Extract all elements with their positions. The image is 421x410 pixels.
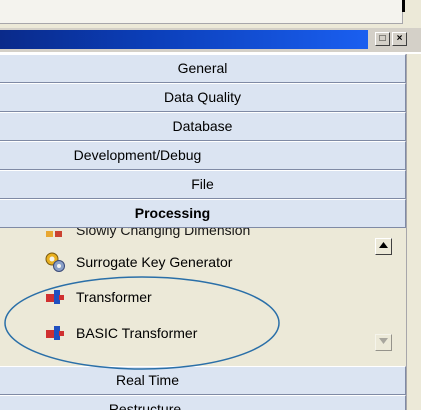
basic-transformer-icon	[46, 326, 64, 340]
item-label: Surrogate Key Generator	[76, 254, 233, 270]
restore-button[interactable]: □	[375, 32, 390, 46]
parent-window-pane	[0, 0, 403, 24]
list-item-transformer[interactable]: Transformer	[44, 285, 152, 309]
list-item-basic-transformer[interactable]: BASIC Transformer	[44, 321, 197, 345]
scroll-down-button[interactable]	[375, 334, 392, 351]
parent-window-edge	[0, 0, 421, 28]
item-label: Slowly Changing Dimension	[76, 228, 251, 238]
surrogate-key-generator-icon	[45, 252, 65, 272]
palette-titlebar[interactable]: □ ×	[0, 28, 421, 52]
group-development-debug[interactable]: Development/Debug	[0, 141, 406, 170]
scroll-up-button[interactable]	[375, 238, 392, 255]
group-data-quality[interactable]: Data Quality	[0, 83, 406, 112]
item-label: BASIC Transformer	[76, 325, 198, 341]
close-button[interactable]: ×	[392, 32, 407, 46]
close-icon: ×	[396, 33, 403, 44]
transformer-icon	[46, 290, 64, 304]
group-general[interactable]: General	[0, 54, 406, 83]
group-database[interactable]: Database	[0, 112, 406, 141]
list-item-slowly-changing-dimension[interactable]: Slowly Changing Dimension	[44, 228, 250, 242]
list-item-surrogate-key-generator[interactable]: Surrogate Key Generator	[44, 250, 232, 274]
group-restructure[interactable]: Restructure	[0, 395, 406, 410]
arrow-up-icon	[379, 242, 388, 248]
slowly-changing-dimension-icon	[46, 231, 62, 237]
group-file[interactable]: File	[0, 170, 406, 199]
arrow-down-icon	[379, 338, 388, 344]
palette-panel: General Data Quality Database Developmen…	[0, 54, 406, 410]
panel-right-border	[406, 54, 421, 410]
group-processing[interactable]: Processing	[0, 199, 406, 228]
processing-items-list: Slowly Changing Dimension Surrogate Key …	[0, 228, 406, 362]
item-label: Transformer	[76, 289, 152, 305]
restore-icon: □	[379, 33, 386, 44]
palette-titlebar-caption[interactable]	[0, 30, 368, 49]
group-real-time[interactable]: Real Time	[0, 366, 406, 395]
parent-scrollbar[interactable]	[405, 0, 421, 28]
